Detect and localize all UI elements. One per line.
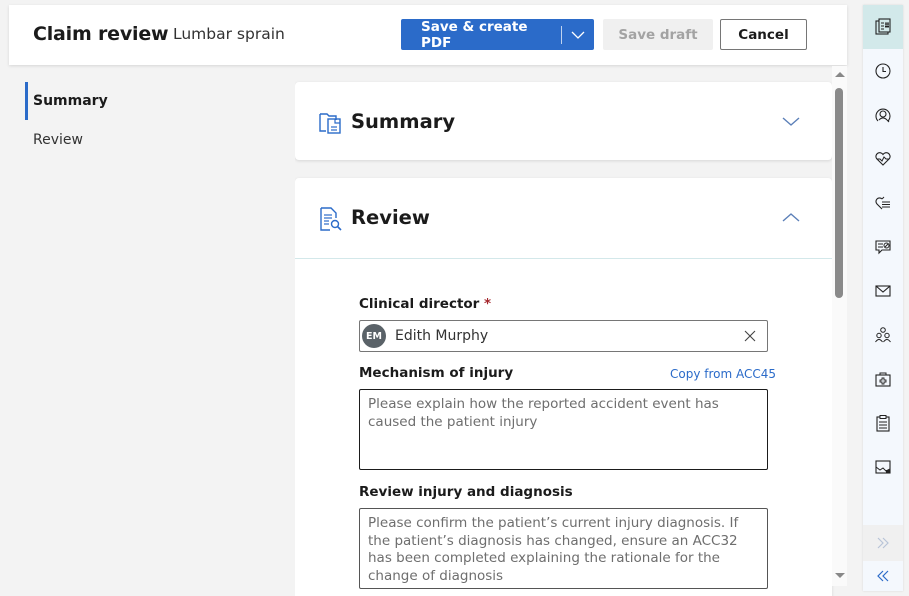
clinical-director-value: Edith Murphy bbox=[395, 328, 489, 344]
double-chevron-left-icon bbox=[877, 570, 889, 582]
clipboard-icon bbox=[876, 415, 890, 432]
chevron-up-icon[interactable] bbox=[781, 210, 801, 224]
chevron-down-icon bbox=[571, 31, 585, 39]
rail-image[interactable] bbox=[863, 445, 903, 489]
rail-health[interactable] bbox=[863, 137, 903, 181]
page-header: Claim review Lumbar sprain Save & create… bbox=[9, 5, 847, 65]
rail-treatment-list[interactable] bbox=[863, 181, 903, 225]
review-injury-textarea[interactable]: Please confirm the patient’s current inj… bbox=[359, 508, 768, 589]
review-section-title: Review bbox=[351, 206, 430, 229]
section-divider bbox=[295, 258, 832, 259]
scroll-down-arrow[interactable] bbox=[835, 573, 845, 578]
required-marker: * bbox=[484, 296, 492, 312]
rail-clipboard[interactable] bbox=[863, 401, 903, 445]
scroll-thumb[interactable] bbox=[835, 88, 843, 298]
avatar: EM bbox=[362, 324, 386, 348]
image-icon bbox=[875, 460, 891, 474]
notes-icon bbox=[875, 240, 891, 255]
rail-history[interactable] bbox=[863, 49, 903, 93]
save-create-pdf-button[interactable]: Save & create PDF bbox=[401, 19, 561, 51]
summary-section-header[interactable]: Summary bbox=[295, 82, 832, 160]
team-icon bbox=[875, 327, 891, 343]
save-create-pdf-split-button: Save & create PDF bbox=[401, 19, 594, 51]
review-injury-label: Review injury and diagnosis bbox=[359, 484, 573, 500]
health-icon bbox=[875, 152, 891, 166]
rail-mail[interactable] bbox=[863, 269, 903, 313]
summary-section-title: Summary bbox=[351, 110, 456, 133]
mechanism-of-injury-placeholder: Please explain how the reported accident… bbox=[368, 396, 719, 430]
page-title: Claim review bbox=[33, 23, 169, 45]
double-chevron-right-icon bbox=[877, 537, 889, 549]
scroll-up-arrow[interactable] bbox=[835, 72, 845, 77]
claim-form-icon bbox=[875, 18, 891, 35]
document-search-icon bbox=[320, 207, 342, 231]
mail-icon bbox=[875, 285, 891, 297]
rail-patient-search[interactable] bbox=[863, 93, 903, 137]
expand-rail-button[interactable] bbox=[863, 525, 903, 561]
mechanism-of-injury-textarea[interactable]: Please explain how the reported accident… bbox=[359, 389, 768, 470]
rail-team[interactable] bbox=[863, 313, 903, 357]
cancel-button[interactable]: Cancel bbox=[720, 19, 807, 50]
rail-medical-kit[interactable] bbox=[863, 357, 903, 401]
nav-item-summary[interactable]: Summary bbox=[25, 82, 108, 120]
clinical-director-label: Clinical director * bbox=[359, 296, 491, 312]
clinical-director-picker[interactable]: EM Edith Murphy bbox=[359, 320, 768, 352]
rail-notes[interactable] bbox=[863, 225, 903, 269]
review-section-header[interactable]: Review bbox=[295, 178, 832, 256]
save-options-dropdown-button[interactable] bbox=[562, 19, 594, 50]
right-rail bbox=[863, 5, 903, 591]
copy-from-acc45-link[interactable]: Copy from ACC45 bbox=[670, 367, 776, 381]
clinical-director-label-text: Clinical director bbox=[359, 296, 480, 312]
patient-search-icon bbox=[875, 108, 891, 123]
clear-icon[interactable] bbox=[743, 329, 757, 343]
folder-document-icon bbox=[319, 113, 341, 134]
content-scrollbar[interactable] bbox=[832, 66, 847, 586]
page-subtitle: Lumbar sprain bbox=[173, 25, 285, 43]
review-injury-placeholder: Please confirm the patient’s current inj… bbox=[368, 515, 739, 584]
nav-item-review[interactable]: Review bbox=[25, 121, 83, 159]
mechanism-of-injury-label: Mechanism of injury bbox=[359, 365, 514, 381]
review-section: Review Clinical director * EM Edith Murp… bbox=[295, 178, 832, 596]
rail-claim-form[interactable] bbox=[863, 5, 903, 49]
medical-kit-icon bbox=[875, 372, 891, 387]
treatment-list-icon bbox=[875, 196, 890, 210]
chevron-down-icon[interactable] bbox=[781, 114, 801, 128]
save-draft-button[interactable]: Save draft bbox=[603, 19, 713, 50]
collapse-rail-button[interactable] bbox=[863, 561, 903, 591]
summary-section: Summary bbox=[295, 82, 832, 160]
history-icon bbox=[875, 63, 891, 79]
main-content: Summary Review Clinical director * EM Ed… bbox=[295, 66, 847, 596]
